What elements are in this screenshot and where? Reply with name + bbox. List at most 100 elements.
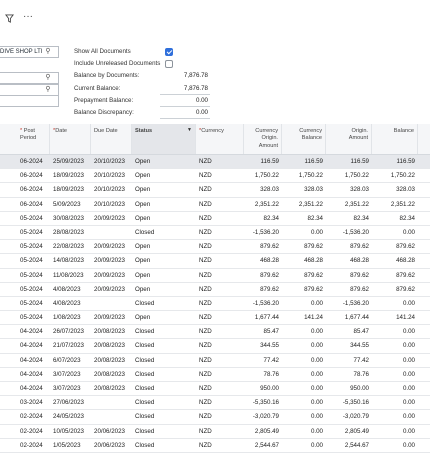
status-cell[interactable]: Closed xyxy=(135,425,195,438)
origin-amount-cell[interactable]: 85.47 xyxy=(326,325,372,338)
currency-balance-cell[interactable]: 2,351.22 xyxy=(282,198,326,211)
post-period-cell[interactable]: 04-2024 xyxy=(20,339,50,352)
table-row[interactable]: 05-2024 30/08/2023 20/09/2023 Open NZD 82.34 8… xyxy=(0,212,430,226)
currency-origin-amount-cell[interactable]: 78.76 xyxy=(244,368,282,381)
currency-origin-amount-cell[interactable]: 2,351.22 xyxy=(244,198,282,211)
currency-cell[interactable]: NZD xyxy=(199,198,239,211)
currency-cell[interactable]: NZD xyxy=(199,425,239,438)
due-date-cell[interactable] xyxy=(94,226,132,239)
due-date-cell[interactable]: 20/10/2023 xyxy=(94,183,132,196)
table-row[interactable]: 06-2024 18/09/2023 20/10/2023 Open NZD 328.03… xyxy=(0,183,430,198)
status-cell[interactable]: Closed xyxy=(135,368,195,381)
column-header-currency[interactable]: *Currency xyxy=(196,124,244,154)
currency-origin-amount-cell[interactable]: -3,020.79 xyxy=(244,410,282,423)
post-period-cell[interactable]: 06-2024 xyxy=(20,183,50,196)
currency-balance-cell[interactable]: 0.00 xyxy=(282,226,326,239)
due-date-cell[interactable]: 20/08/2023 xyxy=(94,382,132,395)
due-date-cell[interactable]: 20/09/2023 xyxy=(94,240,132,253)
currency-cell[interactable]: NZD xyxy=(199,254,239,267)
status-cell[interactable]: Closed xyxy=(135,410,195,423)
due-date-cell[interactable]: 20/09/2023 xyxy=(94,212,132,225)
currency-origin-amount-cell[interactable]: 328.03 xyxy=(244,183,282,196)
due-date-cell[interactable] xyxy=(94,410,132,423)
currency-balance-cell[interactable]: 141.24 xyxy=(282,311,326,324)
account-field[interactable] xyxy=(0,95,59,107)
due-date-cell[interactable]: 20/10/2023 xyxy=(94,169,132,182)
balance-cell[interactable]: 141.24 xyxy=(372,311,418,324)
balance-cell[interactable]: 468.28 xyxy=(372,254,418,267)
post-period-cell[interactable]: 03-2024 xyxy=(20,396,50,409)
date-cell[interactable]: 27/06/2023 xyxy=(53,396,91,409)
table-row[interactable]: 05-2024 11/08/2023 20/09/2023 Open NZD 879.62… xyxy=(0,269,430,283)
post-period-cell[interactable]: 05-2024 xyxy=(20,297,50,310)
origin-amount-cell[interactable]: 2,544.67 xyxy=(326,439,372,452)
origin-amount-cell[interactable]: 1,677.44 xyxy=(326,311,372,324)
due-date-cell[interactable]: 20/06/2023 xyxy=(94,439,132,452)
status-cell[interactable]: Closed xyxy=(135,396,195,409)
origin-amount-cell[interactable]: 2,351.22 xyxy=(326,198,372,211)
origin-amount-cell[interactable]: 77.42 xyxy=(326,354,372,367)
origin-amount-cell[interactable]: 78.76 xyxy=(326,368,372,381)
due-date-cell[interactable]: 20/08/2023 xyxy=(94,354,132,367)
column-header-currency-balance[interactable]: Currency Balance xyxy=(282,124,326,154)
column-header-currency-origin-amount[interactable]: Currency Origin. Amount xyxy=(244,124,282,154)
currency-origin-amount-cell[interactable]: 85.47 xyxy=(244,325,282,338)
currency-origin-amount-cell[interactable]: 1,750.22 xyxy=(244,169,282,182)
due-date-cell[interactable]: 20/10/2023 xyxy=(94,198,132,211)
status-cell[interactable]: Open xyxy=(135,212,195,225)
date-cell[interactable]: 25/09/2023 xyxy=(53,155,91,168)
currency-cell[interactable]: NZD xyxy=(199,212,239,225)
status-cell[interactable]: Open xyxy=(135,183,195,196)
date-cell[interactable]: 10/05/2023 xyxy=(53,425,91,438)
table-row[interactable]: 04-2024 26/07/2023 20/08/2023 Closed NZD 85.4… xyxy=(0,325,430,340)
origin-amount-cell[interactable]: -5,350.16 xyxy=(326,396,372,409)
post-period-cell[interactable]: 06-2024 xyxy=(20,169,50,182)
date-cell[interactable]: 18/09/2023 xyxy=(53,183,91,196)
currency-balance-cell[interactable]: 0.00 xyxy=(282,325,326,338)
post-period-cell[interactable]: 05-2024 xyxy=(20,212,50,225)
status-cell[interactable]: Open xyxy=(135,155,195,168)
balance-cell[interactable]: 0.00 xyxy=(372,382,418,395)
currency-cell[interactable]: NZD xyxy=(199,183,239,196)
origin-amount-cell[interactable]: 82.34 xyxy=(326,212,372,225)
balance-cell[interactable]: 116.59 xyxy=(372,155,418,168)
column-header-due-date[interactable]: Due Date xyxy=(91,124,132,154)
currency-origin-amount-cell[interactable]: -5,350.16 xyxy=(244,396,282,409)
due-date-cell[interactable]: 20/09/2023 xyxy=(94,283,132,296)
origin-amount-cell[interactable]: 950.00 xyxy=(326,382,372,395)
column-header-balance[interactable]: Balance xyxy=(372,124,418,154)
column-header-post-period[interactable]: * Post Period xyxy=(0,124,50,154)
currency-origin-amount-cell[interactable]: -1,536.20 xyxy=(244,297,282,310)
post-period-cell[interactable]: 05-2024 xyxy=(20,311,50,324)
origin-amount-cell[interactable]: 879.62 xyxy=(326,269,372,282)
date-cell[interactable]: 3/07/2023 xyxy=(53,382,91,395)
currency-origin-amount-cell[interactable]: 879.62 xyxy=(244,283,282,296)
balance-cell[interactable]: 0.00 xyxy=(372,368,418,381)
date-cell[interactable]: 26/07/2023 xyxy=(53,325,91,338)
currency-balance-cell[interactable]: 82.34 xyxy=(282,212,326,225)
date-cell[interactable]: 14/08/2023 xyxy=(53,254,91,267)
currency-origin-amount-cell[interactable]: 468.28 xyxy=(244,254,282,267)
date-cell[interactable]: 1/05/2023 xyxy=(53,439,91,452)
origin-amount-cell[interactable]: -1,536.20 xyxy=(326,226,372,239)
currency-balance-cell[interactable]: 0.00 xyxy=(282,425,326,438)
date-cell[interactable]: 24/05/2023 xyxy=(53,410,91,423)
status-cell[interactable]: Closed xyxy=(135,325,195,338)
table-row[interactable]: 05-2024 4/08/2023 20/09/2023 Open NZD 879.62 8… xyxy=(0,283,430,297)
date-cell[interactable]: 6/07/2023 xyxy=(53,354,91,367)
date-cell[interactable]: 5/09/2023 xyxy=(53,198,91,211)
balance-cell[interactable]: 1,750.22 xyxy=(372,169,418,182)
currency-cell[interactable]: NZD xyxy=(199,439,239,452)
origin-amount-cell[interactable]: 344.55 xyxy=(326,339,372,352)
origin-amount-cell[interactable]: 2,805.49 xyxy=(326,425,372,438)
table-row[interactable]: 06-2024 25/09/2023 20/10/2023 Open NZD 116.59… xyxy=(0,155,430,170)
filter-icon[interactable] xyxy=(5,14,14,26)
currency-cell[interactable]: NZD xyxy=(199,354,239,367)
status-cell[interactable]: Open xyxy=(135,269,195,282)
status-cell[interactable]: Open xyxy=(135,198,195,211)
vendor-search-icon[interactable]: ⚲ xyxy=(44,47,52,57)
status-cell[interactable]: Closed xyxy=(135,354,195,367)
balance-cell[interactable]: 2,351.22 xyxy=(372,198,418,211)
currency-balance-cell[interactable]: 0.00 xyxy=(282,354,326,367)
status-cell[interactable]: Open xyxy=(135,311,195,324)
